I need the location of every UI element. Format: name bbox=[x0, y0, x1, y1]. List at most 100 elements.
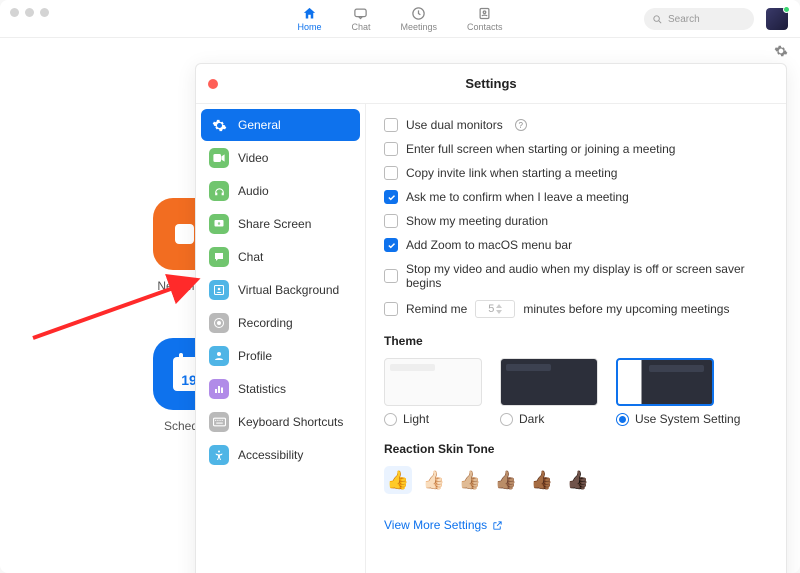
sidebar-item-audio[interactable]: Audio bbox=[201, 175, 360, 207]
sidebar-item-chat[interactable]: Chat bbox=[201, 241, 360, 273]
option-stop-video[interactable]: Stop my video and audio when my display … bbox=[384, 262, 768, 290]
radio[interactable] bbox=[616, 413, 629, 426]
skin-tone-2[interactable]: 👍🏻 bbox=[420, 466, 448, 494]
profile-icon bbox=[209, 346, 229, 366]
sidebar-item-virtual-background[interactable]: Virtual Background bbox=[201, 274, 360, 306]
keyboard-icon bbox=[209, 412, 229, 432]
theme-system[interactable]: Use System Setting bbox=[616, 358, 740, 426]
main-window: Home Chat Meetings Contacts Search bbox=[0, 0, 800, 573]
gear-icon bbox=[209, 115, 229, 135]
sidebar-item-label: General bbox=[238, 118, 281, 132]
checkbox[interactable] bbox=[384, 142, 398, 156]
nav-home-label: Home bbox=[297, 22, 321, 32]
chat-icon bbox=[353, 6, 369, 22]
sidebar-item-general[interactable]: General bbox=[201, 109, 360, 141]
remind-minutes-stepper[interactable]: 5 bbox=[475, 300, 515, 318]
option-label: Stop my video and audio when my display … bbox=[406, 262, 768, 290]
option-label: Remind me bbox=[406, 302, 467, 316]
sidebar-item-recording[interactable]: Recording bbox=[201, 307, 360, 339]
option-label: Ask me to confirm when I leave a meeting bbox=[406, 190, 629, 204]
option-full-screen[interactable]: Enter full screen when starting or joini… bbox=[384, 142, 768, 156]
sidebar-item-label: Video bbox=[238, 151, 268, 165]
skin-tone-6[interactable]: 👍🏿 bbox=[564, 466, 592, 494]
nav-contacts-label: Contacts bbox=[467, 22, 503, 32]
radio[interactable] bbox=[500, 413, 513, 426]
sidebar-item-keyboard-shortcuts[interactable]: Keyboard Shortcuts bbox=[201, 406, 360, 438]
search-icon bbox=[652, 14, 663, 25]
nav-chat-label: Chat bbox=[351, 22, 370, 32]
settings-sidebar: General Video Audio Share Screen bbox=[196, 104, 366, 573]
video-icon bbox=[209, 148, 229, 168]
option-label: Show my meeting duration bbox=[406, 214, 548, 228]
headphones-icon bbox=[209, 181, 229, 201]
view-more-settings-link[interactable]: View More Settings bbox=[384, 518, 768, 532]
theme-light[interactable]: Light bbox=[384, 358, 482, 426]
top-bar: Home Chat Meetings Contacts Search bbox=[0, 0, 800, 38]
share-screen-icon bbox=[209, 214, 229, 234]
main-area: New Meetin 19 Schedule Settings General bbox=[0, 38, 800, 573]
presence-dot bbox=[783, 6, 790, 13]
checkbox[interactable] bbox=[384, 302, 398, 316]
option-menu-bar[interactable]: Add Zoom to macOS menu bar bbox=[384, 238, 768, 252]
sidebar-item-statistics[interactable]: Statistics bbox=[201, 373, 360, 405]
theme-thumb-dark bbox=[500, 358, 598, 406]
clock-icon bbox=[411, 6, 427, 22]
checkbox[interactable] bbox=[384, 190, 398, 204]
nav-home[interactable]: Home bbox=[297, 6, 321, 32]
sidebar-item-label: Share Screen bbox=[238, 217, 311, 231]
theme-thumb-light bbox=[384, 358, 482, 406]
record-icon bbox=[209, 313, 229, 333]
theme-thumb-system bbox=[616, 358, 714, 406]
sidebar-item-video[interactable]: Video bbox=[201, 142, 360, 174]
theme-label: Light bbox=[403, 412, 429, 426]
option-show-duration[interactable]: Show my meeting duration bbox=[384, 214, 768, 228]
option-dual-monitors[interactable]: Use dual monitors ? bbox=[384, 118, 768, 132]
search-placeholder: Search bbox=[668, 14, 700, 25]
help-icon[interactable]: ? bbox=[515, 119, 527, 131]
option-copy-invite[interactable]: Copy invite link when starting a meeting bbox=[384, 166, 768, 180]
checkbox[interactable] bbox=[384, 269, 398, 283]
theme-label: Dark bbox=[519, 412, 544, 426]
skin-tone-3[interactable]: 👍🏼 bbox=[456, 466, 484, 494]
nav-contacts[interactable]: Contacts bbox=[467, 6, 503, 32]
search-input[interactable]: Search bbox=[644, 8, 754, 30]
home-icon bbox=[301, 6, 317, 22]
sidebar-item-share-screen[interactable]: Share Screen bbox=[201, 208, 360, 240]
radio[interactable] bbox=[384, 413, 397, 426]
option-remind-me[interactable]: Remind me 5 minutes before my upcoming m… bbox=[384, 300, 768, 318]
checkbox[interactable] bbox=[384, 214, 398, 228]
settings-modal: Settings General Video Audio bbox=[195, 63, 787, 573]
sidebar-item-profile[interactable]: Profile bbox=[201, 340, 360, 372]
sidebar-item-accessibility[interactable]: Accessibility bbox=[201, 439, 360, 471]
option-confirm-leave[interactable]: Ask me to confirm when I leave a meeting bbox=[384, 190, 768, 204]
nav-meetings[interactable]: Meetings bbox=[400, 6, 437, 32]
option-label: Copy invite link when starting a meeting bbox=[406, 166, 617, 180]
user-avatar[interactable] bbox=[766, 8, 788, 30]
settings-content: Use dual monitors ? Enter full screen wh… bbox=[366, 104, 786, 573]
theme-heading: Theme bbox=[384, 334, 768, 348]
checkbox[interactable] bbox=[384, 118, 398, 132]
skin-tone-4[interactable]: 👍🏽 bbox=[492, 466, 520, 494]
accessibility-icon bbox=[209, 445, 229, 465]
option-label: Enter full screen when starting or joini… bbox=[406, 142, 675, 156]
checkbox[interactable] bbox=[384, 238, 398, 252]
chat-icon bbox=[209, 247, 229, 267]
top-nav: Home Chat Meetings Contacts bbox=[297, 6, 502, 32]
theme-options: Light Dark Use System Setting bbox=[384, 358, 768, 426]
option-label: minutes before my upcoming meetings bbox=[523, 302, 729, 316]
virtual-bg-icon bbox=[209, 280, 229, 300]
sidebar-item-label: Virtual Background bbox=[238, 283, 339, 297]
skin-tone-heading: Reaction Skin Tone bbox=[384, 442, 768, 456]
theme-dark[interactable]: Dark bbox=[500, 358, 598, 426]
settings-body: General Video Audio Share Screen bbox=[196, 104, 786, 573]
skin-tone-1[interactable]: 👍 bbox=[384, 466, 412, 494]
skin-tone-5[interactable]: 👍🏾 bbox=[528, 466, 556, 494]
external-link-icon bbox=[492, 520, 503, 531]
checkbox[interactable] bbox=[384, 166, 398, 180]
skin-tone-options: 👍 👍🏻 👍🏼 👍🏽 👍🏾 👍🏿 bbox=[384, 466, 768, 494]
sidebar-item-label: Profile bbox=[238, 349, 272, 363]
settings-close-button[interactable] bbox=[208, 79, 218, 89]
nav-chat[interactable]: Chat bbox=[351, 6, 370, 32]
settings-title: Settings bbox=[465, 76, 516, 91]
sidebar-item-label: Keyboard Shortcuts bbox=[238, 415, 343, 429]
